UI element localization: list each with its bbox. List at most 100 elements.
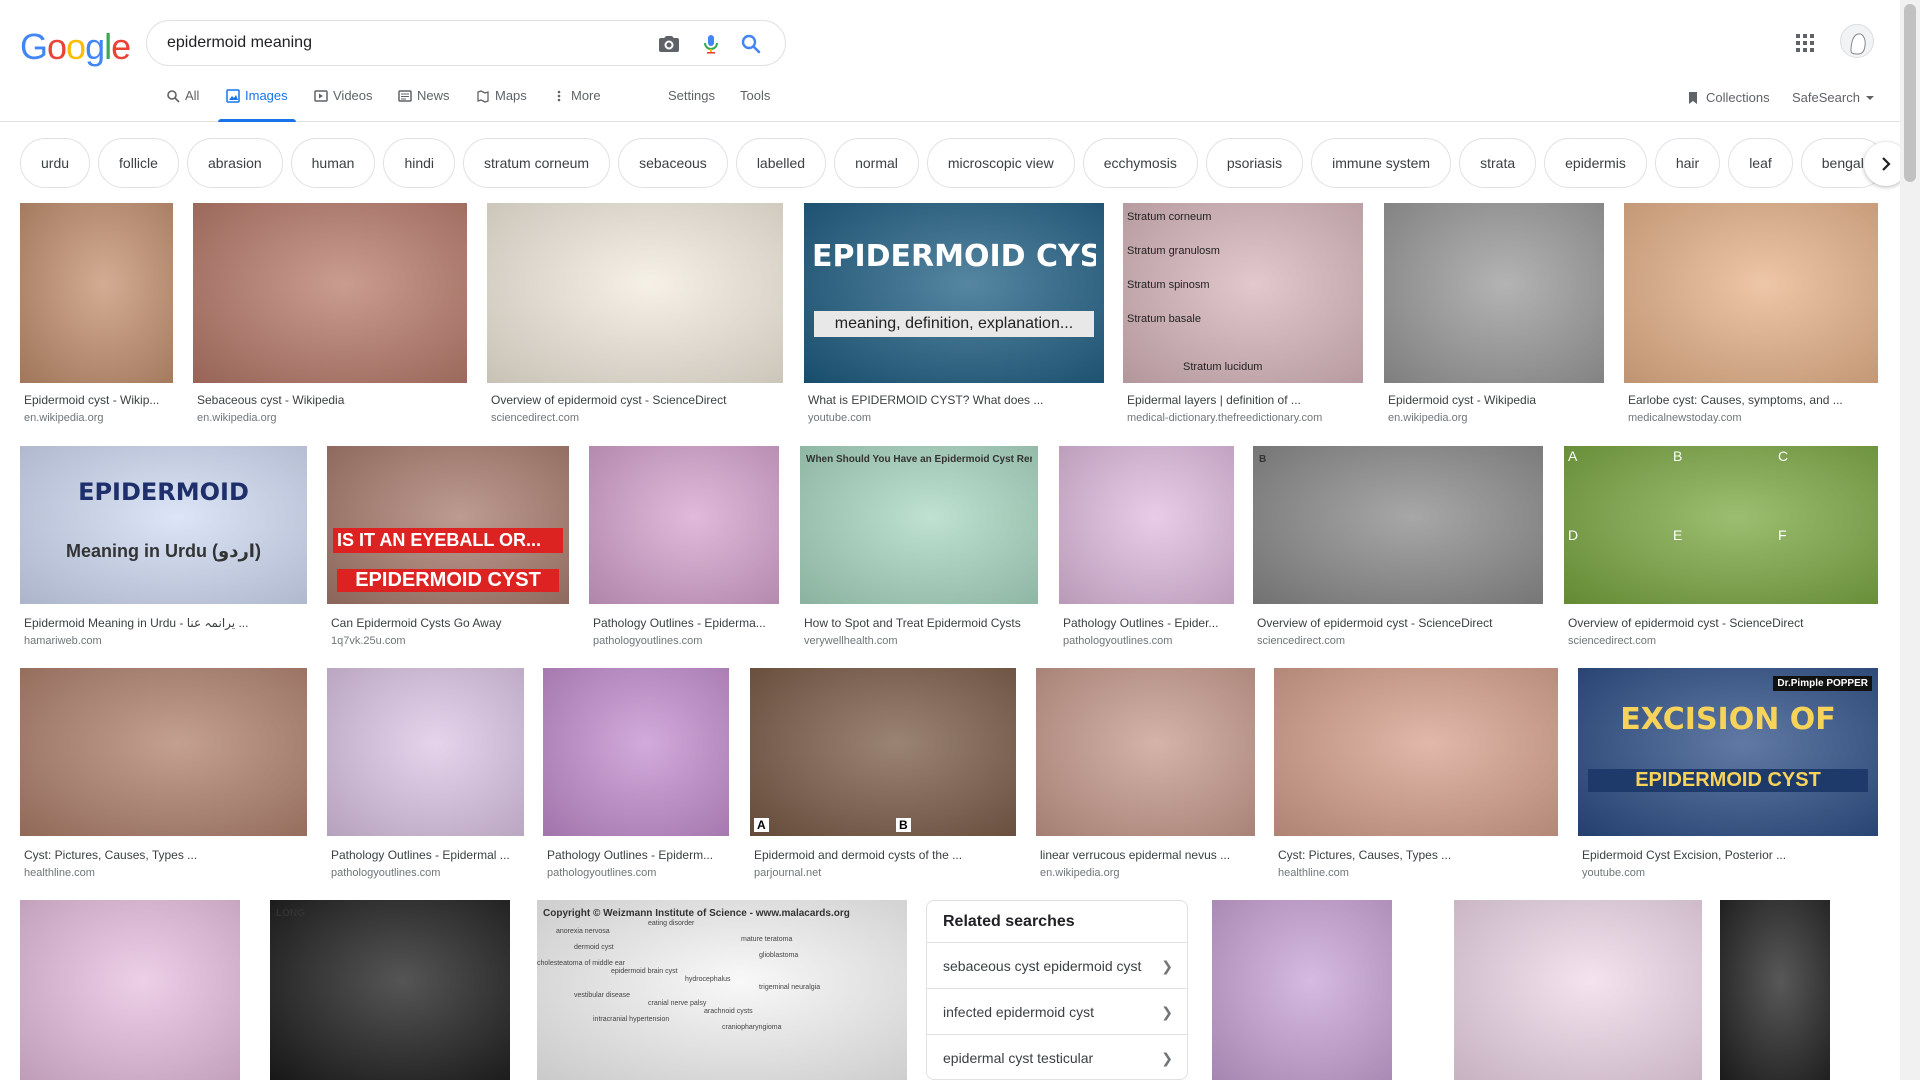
image-result[interactable]: EPIDERMOID CYST meaning, definition, expl… [804,203,1104,424]
chip-labelled[interactable]: labelled [735,138,827,188]
image-result[interactable]: Pathology Outlines - Epider... pathologyo… [1059,446,1234,647]
image-thumbnail[interactable]: LONG [270,900,510,1080]
image-result[interactable]: Sebaceous cyst - Wikipedia en.wikipedia.o… [193,203,467,424]
search-icon[interactable] [739,32,763,56]
image-result[interactable]: Earlobe cyst: Causes, symptoms, and ... m… [1624,203,1878,424]
tools-link[interactable]: Tools [740,88,770,122]
account-avatar[interactable] [1840,24,1874,58]
image-result[interactable]: Epidermoid cyst - Wikip... en.wikipedia.o… [20,203,173,424]
image-thumbnail[interactable]: B [1253,446,1543,604]
image-result[interactable]: Stratum corneum Stratum granulosm Stratum … [1123,203,1363,424]
image-result[interactable] [1212,900,1392,1080]
image-thumbnail[interactable] [20,668,307,836]
collections-link[interactable]: Collections [1686,90,1770,105]
apps-grid-icon[interactable] [1794,32,1816,54]
image-result-title[interactable]: Epidermoid and dermoid cysts of the ... [754,848,1016,862]
chip-human[interactable]: human [290,138,376,188]
chip-microscopic-view[interactable]: microscopic view [926,138,1075,188]
tab-images[interactable]: Images [218,88,296,122]
microphone-icon[interactable] [699,32,723,56]
chip-follicle[interactable]: follicle [98,138,179,188]
image-result[interactable]: B Overview of epidermoid cyst - ScienceDi… [1253,446,1543,647]
image-thumbnail[interactable]: A B C D E F [1564,446,1878,604]
image-result[interactable]: A B Epidermoid and dermoid cysts of the ..… [750,668,1016,879]
image-thumbnail[interactable]: EXCISION OF EPIDERMOID CYST Dr.Pimple POPP… [1578,668,1878,836]
image-result-title[interactable]: Can Epidermoid Cysts Go Away [331,616,569,630]
chip-normal[interactable]: normal [834,138,919,188]
image-thumbnail[interactable] [1059,446,1234,604]
chip-strata[interactable]: strata [1459,138,1537,188]
image-result-title[interactable]: Pathology Outlines - Epidermal ... [331,848,524,862]
image-result-title[interactable]: How to Spot and Treat Epidermoid Cysts [804,616,1038,630]
chip-urdu[interactable]: urdu [20,138,91,188]
image-result-title[interactable]: Overview of epidermoid cyst - ScienceDir… [1257,616,1543,630]
google-logo[interactable]: Google [20,26,131,68]
image-result-title[interactable]: What is EPIDERMOID CYST? What does ... [808,393,1104,407]
image-thumbnail[interactable] [1384,203,1604,383]
chip-hindi[interactable]: hindi [383,138,456,188]
image-thumbnail[interactable] [193,203,467,383]
image-thumbnail[interactable] [1274,668,1558,836]
image-result[interactable]: Pathology Outlines - Epidermal ... pathol… [327,668,524,879]
image-thumbnail[interactable] [589,446,779,604]
chip-leaf[interactable]: leaf [1728,138,1793,188]
image-result-title[interactable]: Earlobe cyst: Causes, symptoms, and ... [1628,393,1878,407]
image-thumbnail[interactable]: Copyright © Weizmann Institute of Scienc… [537,900,907,1080]
image-thumbnail[interactable] [1212,900,1392,1080]
tab-videos[interactable]: Videos [314,88,373,122]
image-result-title[interactable]: Pathology Outlines - Epiderma... [593,616,779,630]
image-result[interactable]: IS IT AN EYEBALL OR... EPIDERMOID CYST Can… [327,446,569,647]
image-thumbnail[interactable] [1720,900,1830,1080]
image-thumbnail[interactable] [327,668,524,836]
chip-hair[interactable]: hair [1654,138,1721,188]
image-result[interactable]: LONG [270,900,510,1080]
image-result-title[interactable]: Overview of epidermoid cyst - ScienceDir… [491,393,783,407]
image-result-title[interactable]: Cyst: Pictures, Causes, Types ... [1278,848,1558,862]
tab-more[interactable]: More [552,88,601,122]
image-result-title[interactable]: Sebaceous cyst - Wikipedia [197,393,467,407]
search-input[interactable] [167,32,627,54]
related-search-item[interactable]: sebaceous cyst epidermoid cyst ❯ [927,943,1187,989]
image-result-title[interactable]: linear verrucous epidermal nevus ... [1040,848,1255,862]
image-result[interactable]: Pathology Outlines - Epiderm... pathology… [543,668,729,879]
chip-stratum-corneum[interactable]: stratum corneum [463,138,611,188]
settings-link[interactable]: Settings [668,88,715,122]
image-thumbnail[interactable] [20,203,173,383]
image-thumbnail[interactable]: When Should You Have an Epidermoid Cyst … [800,446,1038,604]
tab-maps[interactable]: Maps [476,88,527,122]
image-thumbnail[interactable] [487,203,783,383]
chip-sebaceous[interactable]: sebaceous [618,138,728,188]
image-result-title[interactable]: Epidermal layers | definition of ... [1127,393,1363,407]
tab-all[interactable]: All [166,88,199,122]
tab-news[interactable]: News [398,88,450,122]
image-thumbnail[interactable] [1454,900,1702,1080]
image-result-title[interactable]: Epidermoid cyst - Wikipedia [1388,393,1604,407]
image-result[interactable]: EXCISION OF EPIDERMOID CYST Dr.Pimple POPP… [1578,668,1878,879]
image-result-title[interactable]: Epidermoid Meaning in Urdu - یرانمہ عنا … [24,616,307,630]
chip-ecchymosis[interactable]: ecchymosis [1082,138,1198,188]
image-result-title[interactable]: Pathology Outlines - Epider... [1063,616,1234,630]
image-result[interactable]: Overview of epidermoid cyst - ScienceDir… [487,203,783,424]
image-result[interactable]: Cyst: Pictures, Causes, Types ... healthl… [1274,668,1558,879]
chip-epidermis[interactable]: epidermis [1544,138,1647,188]
image-result[interactable] [20,900,240,1080]
chip-abrasion[interactable]: abrasion [186,138,283,188]
image-thumbnail[interactable] [1624,203,1878,383]
page-scrollbar[interactable] [1900,0,1920,1080]
image-result-title[interactable]: Overview of epidermoid cyst - ScienceDir… [1568,616,1878,630]
image-thumbnail[interactable] [1036,668,1255,836]
related-search-item[interactable]: epidermal cyst testicular ❯ [927,1035,1187,1079]
image-result[interactable]: EPIDERMOID Meaning in Urdu (اردو) Epidermo… [20,446,307,647]
image-thumbnail[interactable]: EPIDERMOID CYST meaning, definition, expl… [804,203,1104,383]
image-result[interactable] [1720,900,1830,1080]
image-result[interactable]: Cyst: Pictures, Causes, Types ... healthl… [20,668,307,879]
image-thumbnail[interactable]: Stratum corneum Stratum granulosm Stratum … [1123,203,1363,383]
image-result[interactable]: Pathology Outlines - Epiderma... patholog… [589,446,779,647]
image-result[interactable]: Copyright © Weizmann Institute of Scienc… [537,900,907,1080]
image-result-title[interactable]: Epidermoid cyst - Wikip... [24,393,173,407]
image-thumbnail[interactable] [543,668,729,836]
chip-immune-system[interactable]: immune system [1311,138,1452,188]
image-result[interactable]: linear verrucous epidermal nevus ... en.w… [1036,668,1255,879]
image-thumbnail[interactable]: IS IT AN EYEBALL OR... EPIDERMOID CYST [327,446,569,604]
image-result-title[interactable]: Cyst: Pictures, Causes, Types ... [24,848,307,862]
